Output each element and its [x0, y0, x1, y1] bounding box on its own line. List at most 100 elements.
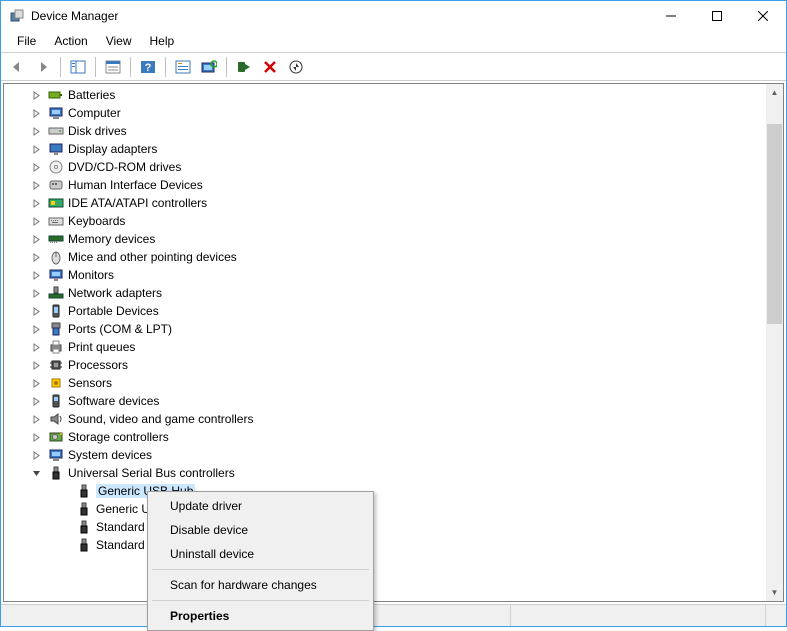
- toolbar-separator: [60, 57, 61, 77]
- expand-arrow-icon[interactable]: [32, 379, 48, 388]
- action-button[interactable]: [171, 55, 195, 79]
- expand-arrow-icon[interactable]: [32, 253, 48, 262]
- menu-help[interactable]: Help: [142, 32, 183, 50]
- expand-arrow-icon[interactable]: [32, 451, 48, 460]
- tree-item[interactable]: Batteries: [4, 86, 766, 104]
- scroll-down-arrow[interactable]: ▼: [766, 584, 783, 601]
- tree-item[interactable]: IDE ATA/ATAPI controllers: [4, 194, 766, 212]
- tree-child-item[interactable]: Standard: [4, 536, 766, 554]
- toolbar-separator: [165, 57, 166, 77]
- help-button[interactable]: ?: [136, 55, 160, 79]
- tree-item[interactable]: System devices: [4, 446, 766, 464]
- resize-grip[interactable]: [766, 605, 786, 626]
- expand-arrow-icon[interactable]: [32, 325, 48, 334]
- display-icon: [48, 141, 64, 157]
- menu-action[interactable]: Action: [46, 32, 95, 50]
- update-driver-button[interactable]: [284, 55, 308, 79]
- tree-item[interactable]: Monitors: [4, 266, 766, 284]
- tree-item[interactable]: Software devices: [4, 392, 766, 410]
- vertical-scrollbar[interactable]: ▲ ▼: [766, 84, 783, 601]
- tree-item[interactable]: Processors: [4, 356, 766, 374]
- scroll-thumb[interactable]: [767, 124, 782, 324]
- tree-item[interactable]: DVD/CD-ROM drives: [4, 158, 766, 176]
- tree-item[interactable]: Ports (COM & LPT): [4, 320, 766, 338]
- minimize-button[interactable]: [648, 1, 694, 31]
- expand-arrow-icon[interactable]: [32, 91, 48, 100]
- network-icon: [48, 285, 64, 301]
- portable-icon: [48, 303, 64, 319]
- tree-child-item[interactable]: Generic USB Hub: [4, 482, 766, 500]
- menu-file[interactable]: File: [9, 32, 44, 50]
- toolbar-separator: [226, 57, 227, 77]
- menu-view[interactable]: View: [98, 32, 140, 50]
- properties-button[interactable]: [101, 55, 125, 79]
- window-title: Device Manager: [31, 9, 648, 23]
- show-hide-console-tree-button[interactable]: [66, 55, 90, 79]
- expand-arrow-icon[interactable]: [32, 109, 48, 118]
- tree-item-label: Memory devices: [68, 232, 155, 246]
- tree-item[interactable]: Keyboards: [4, 212, 766, 230]
- toolbar-separator: [130, 57, 131, 77]
- expand-arrow-icon[interactable]: [32, 343, 48, 352]
- expand-arrow-icon[interactable]: [32, 415, 48, 424]
- tree-child-item[interactable]: Standard: [4, 518, 766, 536]
- close-button[interactable]: [740, 1, 786, 31]
- back-button[interactable]: [5, 55, 29, 79]
- device-tree[interactable]: BatteriesComputerDisk drivesDisplay adap…: [4, 84, 766, 601]
- tree-item[interactable]: Sensors: [4, 374, 766, 392]
- tree-item[interactable]: Disk drives: [4, 122, 766, 140]
- tree-item[interactable]: Computer: [4, 104, 766, 122]
- tree-item-expanded[interactable]: Universal Serial Bus controllers: [4, 464, 766, 482]
- scan-hardware-button[interactable]: [197, 55, 221, 79]
- tree-item[interactable]: Human Interface Devices: [4, 176, 766, 194]
- tree-item[interactable]: Sound, video and game controllers: [4, 410, 766, 428]
- printer-icon: [48, 339, 64, 355]
- context-menu-item[interactable]: Disable device: [150, 518, 371, 542]
- tree-item[interactable]: Mice and other pointing devices: [4, 248, 766, 266]
- expand-arrow-icon[interactable]: [32, 181, 48, 190]
- expand-arrow-icon[interactable]: [32, 289, 48, 298]
- context-menu-item[interactable]: Scan for hardware changes: [150, 573, 371, 597]
- tree-item[interactable]: Print queues: [4, 338, 766, 356]
- expand-arrow-icon[interactable]: [32, 433, 48, 442]
- context-menu-item[interactable]: Update driver: [150, 494, 371, 518]
- sensor-icon: [48, 375, 64, 391]
- tree-item-label: System devices: [68, 448, 152, 462]
- forward-button[interactable]: [31, 55, 55, 79]
- expand-arrow-icon[interactable]: [32, 127, 48, 136]
- tree-item[interactable]: Storage controllers: [4, 428, 766, 446]
- hid-icon: [48, 177, 64, 193]
- tree-item-label: Ports (COM & LPT): [68, 322, 172, 336]
- tree-item[interactable]: Network adapters: [4, 284, 766, 302]
- tree-item[interactable]: Portable Devices: [4, 302, 766, 320]
- tree-child-item[interactable]: Generic U: [4, 500, 766, 518]
- cpu-icon: [48, 357, 64, 373]
- expand-arrow-icon[interactable]: [32, 397, 48, 406]
- tree-item[interactable]: Memory devices: [4, 230, 766, 248]
- tree-item[interactable]: Display adapters: [4, 140, 766, 158]
- enable-device-button[interactable]: [232, 55, 256, 79]
- tree-item-label: IDE ATA/ATAPI controllers: [68, 196, 207, 210]
- expand-arrow-icon[interactable]: [32, 235, 48, 244]
- context-menu-item[interactable]: Properties: [150, 604, 371, 628]
- system-icon: [48, 447, 64, 463]
- dvd-icon: [48, 159, 64, 175]
- expand-arrow-icon[interactable]: [32, 199, 48, 208]
- collapse-arrow-icon[interactable]: [32, 469, 48, 478]
- maximize-button[interactable]: [694, 1, 740, 31]
- expand-arrow-icon[interactable]: [32, 217, 48, 226]
- scroll-up-arrow[interactable]: ▲: [766, 84, 783, 101]
- expand-arrow-icon[interactable]: [32, 163, 48, 172]
- expand-arrow-icon[interactable]: [32, 361, 48, 370]
- expand-arrow-icon[interactable]: [32, 307, 48, 316]
- expand-arrow-icon[interactable]: [32, 145, 48, 154]
- expand-arrow-icon[interactable]: [32, 271, 48, 280]
- toolbar: ?: [1, 53, 786, 81]
- tree-item-label: Sound, video and game controllers: [68, 412, 253, 426]
- tree-item-label: Processors: [68, 358, 128, 372]
- svg-text:?: ?: [145, 62, 152, 74]
- context-menu-item[interactable]: Uninstall device: [150, 542, 371, 566]
- uninstall-device-button[interactable]: [258, 55, 282, 79]
- ide-icon: [48, 195, 64, 211]
- battery-icon: [48, 87, 64, 103]
